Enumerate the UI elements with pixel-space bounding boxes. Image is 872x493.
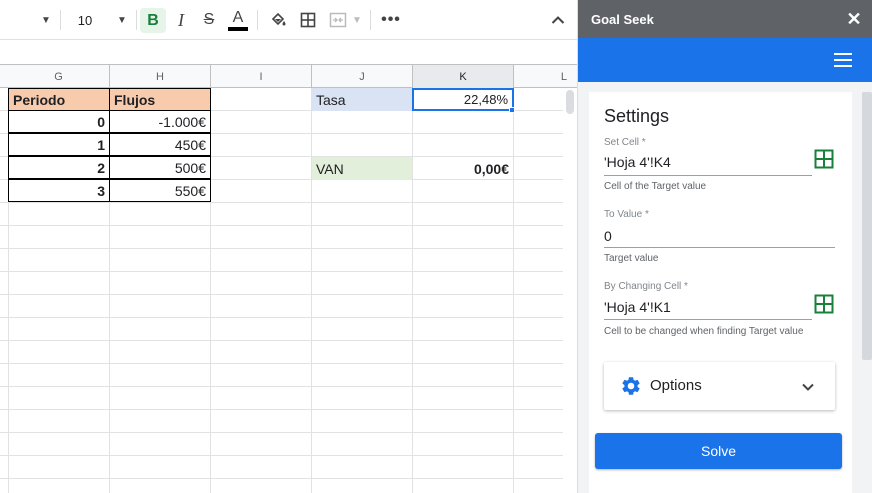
close-icon: ✕ (846, 8, 862, 29)
cell-g1[interactable]: Periodo (8, 88, 110, 111)
cell-h3[interactable]: 450€ (109, 133, 211, 156)
borders-button[interactable] (295, 0, 321, 40)
changing-cell-input[interactable]: 'Hoja 4'!K1 (604, 299, 671, 315)
cell-area[interactable]: Periodo Flujos Tasa 22,48% 0 -1.000€ 1 4… (0, 88, 577, 493)
grid-scrollbar-thumb[interactable] (566, 90, 574, 114)
set-cell-hint: Cell of the Target value (604, 181, 707, 192)
cell-j1[interactable]: Tasa (312, 88, 412, 111)
collapse-toolbar-button[interactable] (545, 0, 571, 40)
gear-icon (622, 377, 640, 395)
cell-j4[interactable]: VAN (312, 157, 412, 180)
bold-button[interactable]: B (140, 8, 166, 33)
set-cell-underline (604, 175, 812, 176)
changing-cell-hint: Cell to be changed when finding Target v… (604, 326, 804, 337)
column-headers: G H I J K L (0, 65, 577, 88)
merge-cells-chevron-icon[interactable]: ▼ (349, 0, 365, 40)
set-cell-input[interactable]: 'Hoja 4'!K4 (604, 154, 671, 170)
zoom-dropdown-chevron-icon[interactable]: ▼ (36, 0, 56, 40)
column-header-j[interactable]: J (312, 65, 413, 88)
set-cell-label: Set Cell * (604, 137, 646, 148)
cell-h5[interactable]: 550€ (109, 179, 211, 202)
font-size-chevron-icon[interactable]: ▼ (112, 0, 132, 40)
chevron-down-icon (802, 383, 814, 391)
toolbar-divider (257, 10, 258, 30)
cell-h1[interactable]: Flujos (109, 88, 211, 111)
cell-g2[interactable]: 0 (8, 110, 110, 133)
column-header-h[interactable]: H (110, 65, 211, 88)
cell-h2[interactable]: -1.000€ (109, 110, 211, 133)
grid-vertical-scrollbar[interactable] (563, 88, 577, 493)
to-value-input[interactable]: 0 (604, 228, 612, 244)
fill-color-button[interactable] (265, 0, 291, 40)
changing-cell-label: By Changing Cell * (604, 281, 688, 292)
italic-button[interactable]: I (168, 0, 194, 40)
to-value-label: To Value * (604, 209, 649, 220)
sidebar-app-bar (578, 38, 872, 82)
goal-seek-sidebar: Goal Seek ✕ Settings Set Cell * 'Hoja 4'… (577, 0, 872, 493)
text-color-swatch (228, 26, 248, 31)
toolbar-divider (136, 10, 137, 30)
borders-icon (300, 12, 316, 28)
cell-k4[interactable]: 0,00€ (413, 157, 513, 180)
spreadsheet-grid: G H I J K L Periodo Flujos Tasa 22,48% 0… (0, 65, 577, 493)
toolbar-divider (60, 10, 61, 30)
solve-button[interactable]: Solve (595, 433, 842, 469)
changing-cell-underline (604, 319, 812, 320)
chevron-up-icon (551, 16, 565, 24)
cell-k1[interactable]: 22,48% (412, 88, 514, 111)
column-header-k[interactable]: K (413, 65, 514, 88)
cell-h4[interactable]: 500€ (109, 156, 211, 179)
strikethrough-button[interactable]: S (196, 0, 222, 40)
toolbar: ▼ 10 ▼ B I S A ▼ ••• (0, 0, 577, 40)
fill-color-icon (271, 12, 286, 26)
settings-title: Settings (604, 106, 670, 126)
fill-handle[interactable] (509, 107, 515, 113)
options-expander[interactable]: Options (604, 362, 835, 410)
column-header-i[interactable]: I (211, 65, 312, 88)
select-range-icon[interactable] (814, 149, 834, 169)
select-range-icon[interactable] (814, 294, 834, 314)
column-header-g[interactable]: G (8, 65, 110, 88)
cell-g3[interactable]: 1 (8, 133, 110, 156)
strikethrough-icon: S (203, 11, 215, 28)
to-value-hint: Target value (604, 253, 659, 264)
toolbar-divider (370, 10, 371, 30)
merge-cells-button[interactable] (326, 0, 350, 40)
close-sidebar-button[interactable]: ✕ (844, 9, 864, 29)
cell-g4[interactable]: 2 (8, 156, 110, 179)
column-header-l[interactable]: L (514, 65, 577, 88)
text-color-icon: A (232, 8, 244, 26)
font-size-selector[interactable]: 10 (70, 0, 100, 40)
cell-g5[interactable]: 3 (8, 179, 110, 202)
merge-cells-icon (329, 12, 347, 28)
formula-bar[interactable] (0, 40, 577, 65)
more-button[interactable]: ••• (378, 0, 404, 40)
text-color-button[interactable]: A (225, 0, 251, 40)
options-label: Options (650, 377, 702, 394)
to-value-underline (604, 247, 835, 248)
menu-icon[interactable] (834, 53, 852, 67)
sidebar-scrollbar[interactable] (862, 92, 872, 360)
sidebar-title: Goal Seek (578, 0, 872, 38)
